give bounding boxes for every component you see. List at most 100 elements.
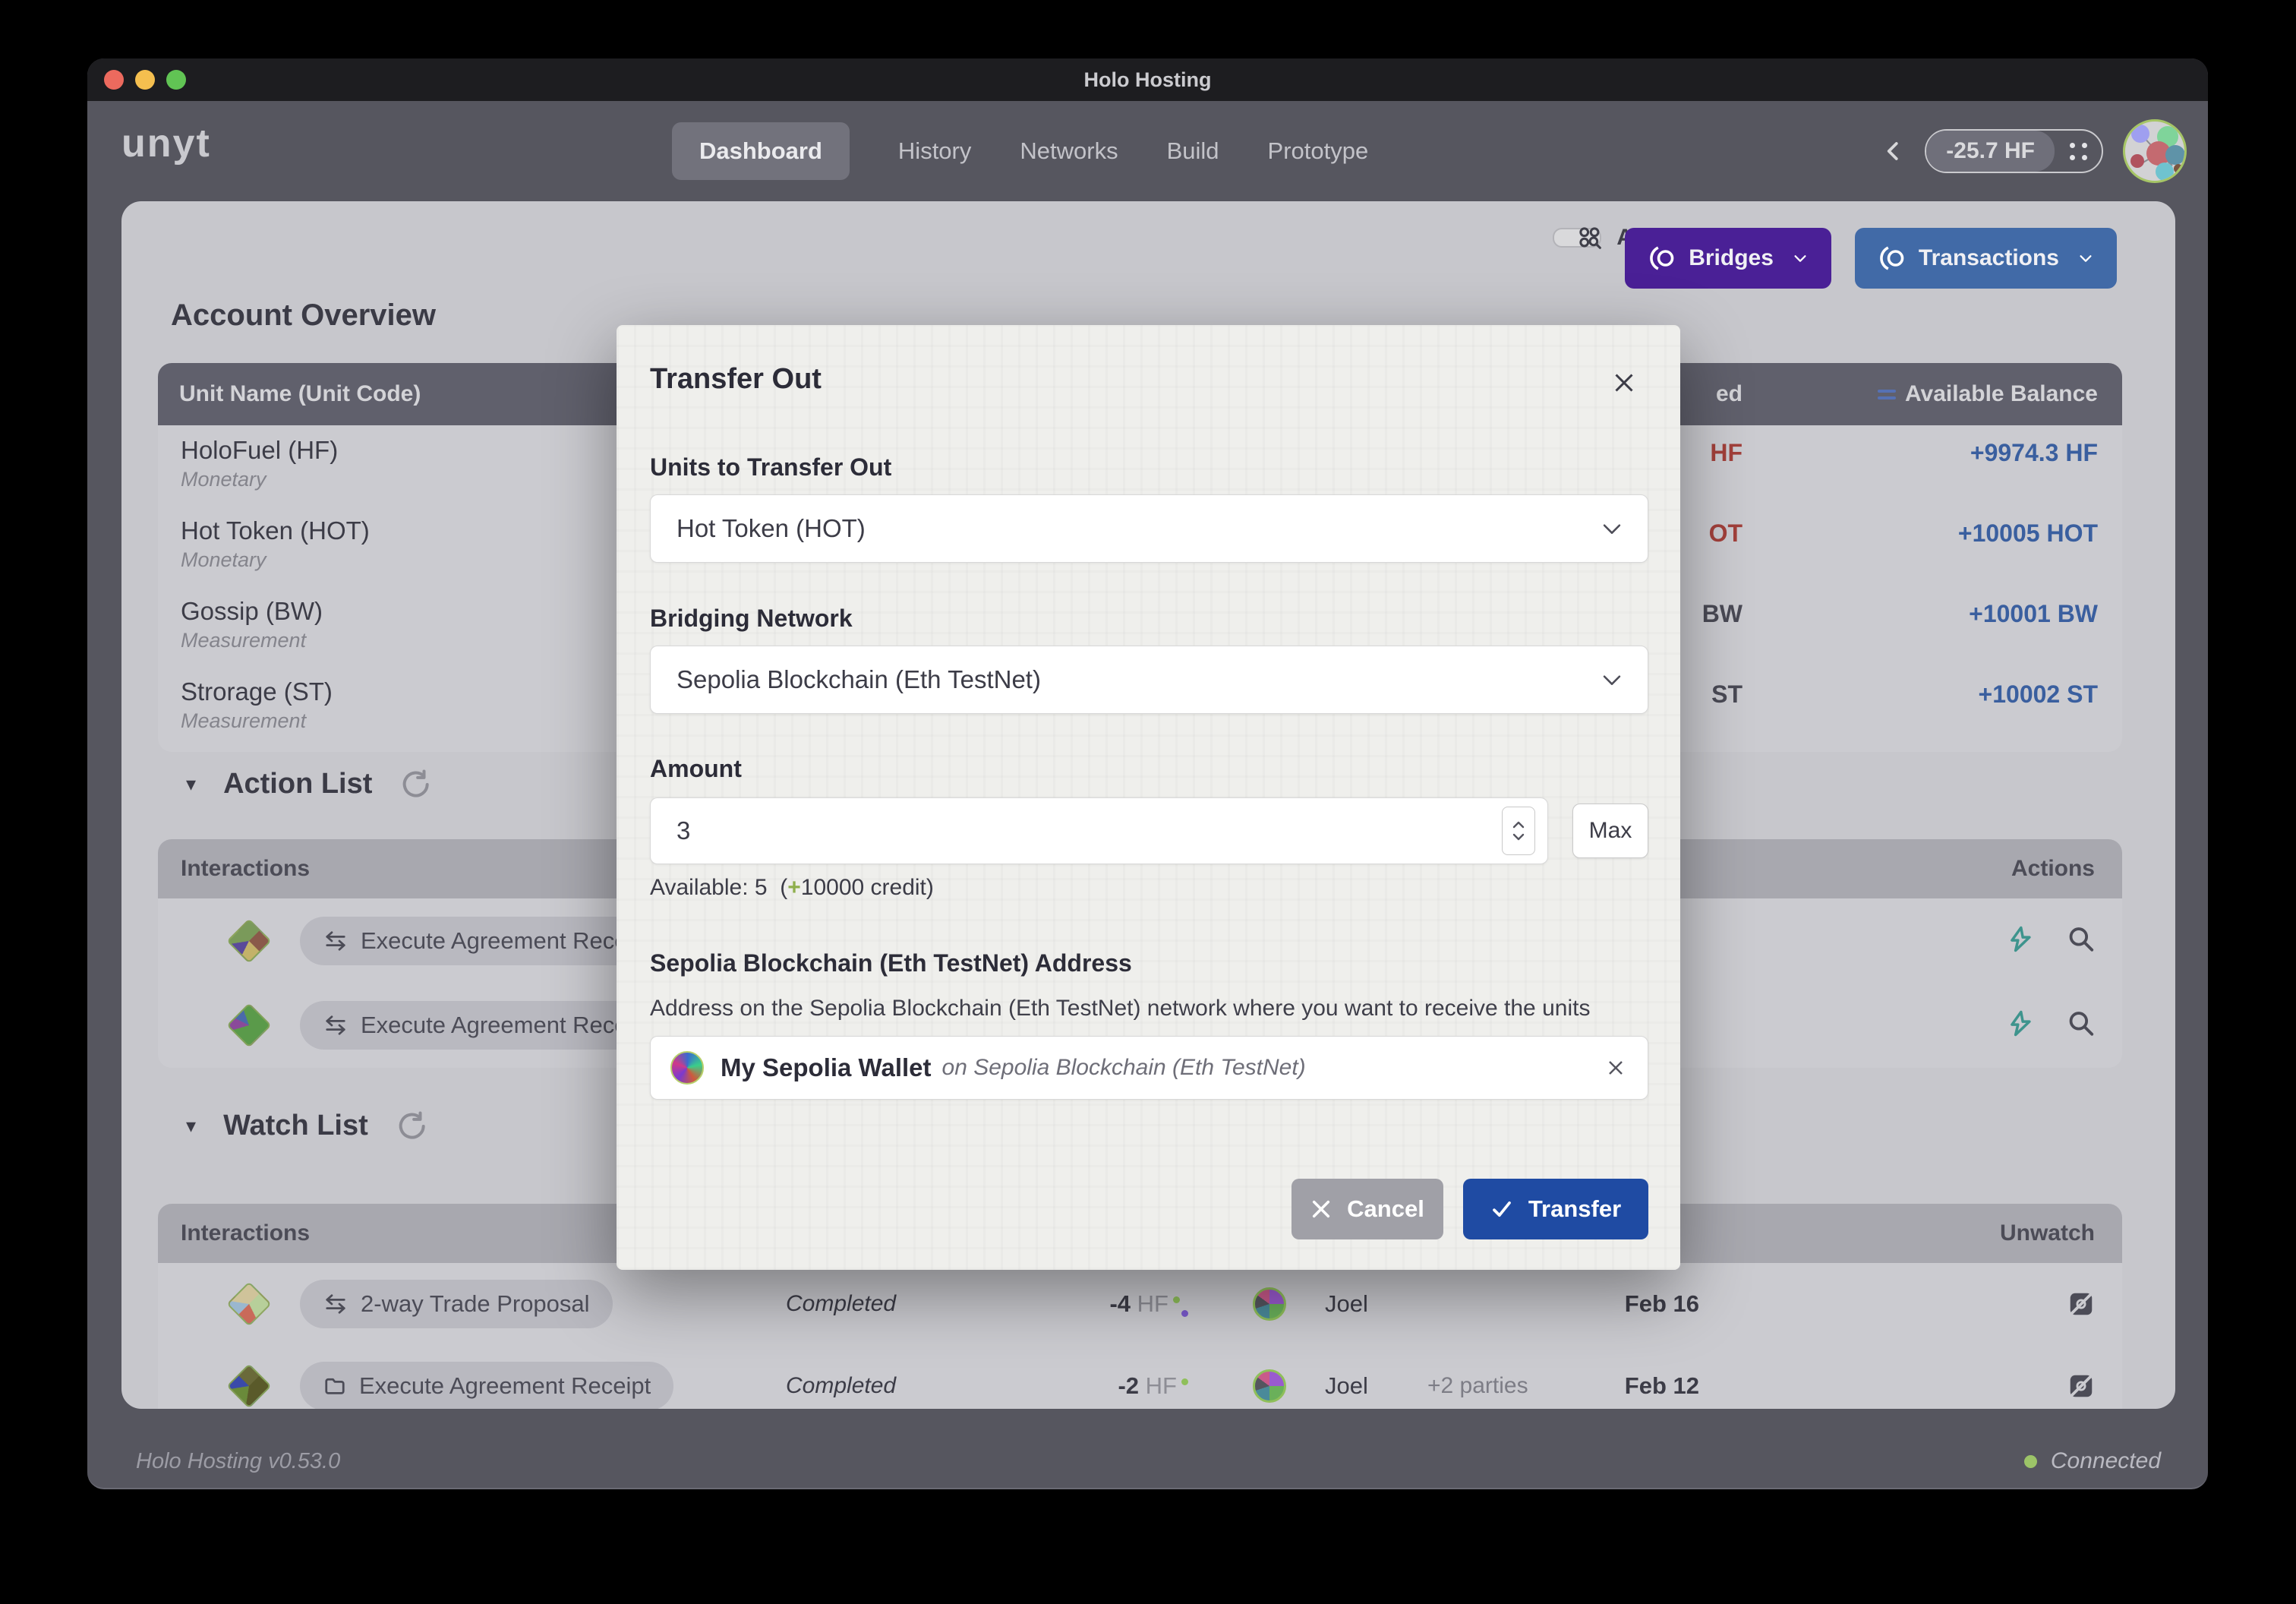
transfer-button[interactable]: Transfer bbox=[1463, 1179, 1648, 1239]
balance-menu-dots-icon[interactable] bbox=[2055, 131, 2102, 172]
app-version: Holo Hosting v0.53.0 bbox=[136, 1449, 340, 1474]
used-value: HF bbox=[1710, 439, 1742, 467]
col-interactions: Interactions bbox=[181, 856, 310, 882]
available-balance: +10001 BW bbox=[1969, 600, 2098, 628]
close-icon[interactable] bbox=[1610, 369, 1638, 396]
interaction-avatar bbox=[226, 1003, 271, 1047]
zoom-window-button[interactable] bbox=[166, 70, 186, 90]
amount-value: -2 HF bbox=[1016, 1372, 1188, 1400]
minimize-window-button[interactable] bbox=[135, 70, 155, 90]
cancel-button[interactable]: Cancel bbox=[1292, 1179, 1443, 1239]
tab-build[interactable]: Build bbox=[1167, 137, 1219, 165]
folder-icon bbox=[323, 1375, 347, 1397]
units-select-value: Hot Token (HOT) bbox=[676, 514, 866, 543]
action-list-title: Action List bbox=[223, 768, 372, 800]
table-row: Execute Agreement Receipt Completed -2 H… bbox=[158, 1345, 2122, 1409]
amount-label: Amount bbox=[650, 755, 1648, 784]
unwatch-eye-off-icon[interactable] bbox=[2067, 1372, 2096, 1400]
unwatch-eye-off-icon[interactable] bbox=[2067, 1290, 2096, 1318]
table-row: 2-way Trade Proposal Completed -4 HF Joe… bbox=[158, 1263, 2122, 1345]
modal-title: Transfer Out bbox=[650, 363, 1648, 395]
chevron-left-icon[interactable] bbox=[1882, 140, 1905, 163]
party-avatar bbox=[1253, 1369, 1286, 1403]
transfer-out-modal: Transfer Out Units to Transfer Out Hot T… bbox=[617, 325, 1680, 1270]
agreements-button[interactable]: Agreements bbox=[1553, 228, 1601, 248]
max-button[interactable]: Max bbox=[1572, 804, 1648, 858]
equals-icon bbox=[1878, 390, 1896, 399]
cancel-label: Cancel bbox=[1347, 1195, 1424, 1223]
party-avatar bbox=[1253, 1287, 1286, 1321]
page-title: Account Overview bbox=[171, 298, 436, 333]
row-date: Feb 16 bbox=[1563, 1290, 1699, 1318]
traffic-lights bbox=[104, 58, 186, 101]
units-select[interactable]: Hot Token (HOT) bbox=[650, 494, 1648, 563]
unyt-logo[interactable]: unyt bbox=[121, 121, 211, 166]
execute-bolt-icon[interactable] bbox=[2006, 924, 2035, 957]
interaction-avatar bbox=[226, 1363, 271, 1408]
available-balance: +10002 ST bbox=[1979, 680, 2098, 709]
interaction-label: Execute Agreement Receipt bbox=[359, 1372, 651, 1400]
row-date: Feb 12 bbox=[1563, 1372, 1699, 1400]
clear-wallet-icon[interactable] bbox=[1604, 1056, 1628, 1080]
refresh-icon[interactable] bbox=[396, 1111, 426, 1141]
check-icon bbox=[1490, 1198, 1513, 1220]
status-text: Completed bbox=[786, 1291, 896, 1317]
network-label: Bridging Network bbox=[650, 605, 1648, 633]
col-interactions: Interactions bbox=[181, 1220, 310, 1246]
nav-tabs: Dashboard History Networks Build Prototy… bbox=[672, 122, 1368, 181]
col-used-fragment: ed bbox=[1716, 381, 1742, 407]
tab-networks[interactable]: Networks bbox=[1020, 137, 1118, 165]
inspect-magnifier-icon[interactable] bbox=[2067, 1009, 2096, 1041]
collapse-caret-icon[interactable]: ▾ bbox=[186, 772, 196, 796]
credit-plus: + bbox=[787, 875, 801, 900]
interaction-chip[interactable]: 2-way Trade Proposal bbox=[300, 1280, 613, 1328]
used-value: ST bbox=[1711, 680, 1742, 709]
user-avatar[interactable] bbox=[2123, 119, 2187, 183]
refresh-icon[interactable] bbox=[399, 769, 430, 800]
collapse-caret-icon[interactable]: ▾ bbox=[186, 1114, 196, 1138]
network-select-value: Sepolia Blockchain (Eth TestNet) bbox=[676, 665, 1041, 694]
close-window-button[interactable] bbox=[104, 70, 124, 90]
swap-arrows-icon bbox=[323, 1293, 348, 1315]
watch-list-title: Watch List bbox=[223, 1110, 368, 1142]
agreements-icon bbox=[1577, 225, 1603, 251]
transactions-icon bbox=[1878, 245, 1905, 272]
available-balance: +9974.3 HF bbox=[1970, 439, 2098, 467]
available-text: Available: 5 (+10000 credit) bbox=[650, 875, 1648, 902]
party-name: Joel bbox=[1325, 1290, 1368, 1318]
tab-dashboard[interactable]: Dashboard bbox=[672, 122, 850, 180]
chevron-down-icon bbox=[2077, 250, 2094, 267]
chevron-down-icon bbox=[1792, 250, 1809, 267]
wallet-avatar bbox=[670, 1051, 704, 1085]
bridge-icon bbox=[1648, 245, 1675, 272]
window-title: Holo Hosting bbox=[87, 68, 2208, 92]
transactions-label: Transactions bbox=[1919, 245, 2059, 271]
amount-input[interactable] bbox=[651, 816, 1368, 846]
col-actions: Actions bbox=[2011, 856, 2095, 882]
interaction-avatar bbox=[226, 1281, 271, 1326]
balance-pill[interactable]: -25.7 HF bbox=[1925, 129, 2103, 173]
available-balance: +10005 HOT bbox=[1958, 519, 2098, 548]
interaction-label: 2-way Trade Proposal bbox=[361, 1290, 590, 1318]
toolbar: Agreements Bridges bbox=[1553, 228, 2117, 289]
tab-prototype[interactable]: Prototype bbox=[1268, 137, 1369, 165]
execute-bolt-icon[interactable] bbox=[2006, 1009, 2035, 1041]
connection-status-label: Connected bbox=[2051, 1448, 2161, 1474]
network-select[interactable]: Sepolia Blockchain (Eth TestNet) bbox=[650, 646, 1648, 714]
chevron-down-icon bbox=[1599, 516, 1625, 542]
chevron-down-icon bbox=[1599, 667, 1625, 693]
navbar: unyt Dashboard History Networks Build Pr… bbox=[87, 101, 2208, 201]
status-text: Completed bbox=[786, 1373, 896, 1399]
interaction-label: Execute Agreement Receipt bbox=[361, 1012, 652, 1039]
bridges-button[interactable]: Bridges bbox=[1625, 228, 1831, 289]
interaction-chip[interactable]: Execute Agreement Receipt bbox=[300, 1362, 673, 1409]
transactions-button[interactable]: Transactions bbox=[1855, 228, 2117, 289]
wallet-field[interactable]: My Sepolia Wallet on Sepolia Blockchain … bbox=[650, 1036, 1648, 1100]
interaction-avatar bbox=[226, 918, 271, 963]
inspect-magnifier-icon[interactable] bbox=[2067, 924, 2096, 957]
amount-stepper[interactable] bbox=[1502, 807, 1535, 855]
watch-list-section-header: ▾ Watch List bbox=[186, 1110, 426, 1142]
tab-history[interactable]: History bbox=[898, 137, 971, 165]
address-label: Sepolia Blockchain (Eth TestNet) Address bbox=[650, 949, 1648, 978]
amount-value: -4 HF bbox=[1016, 1290, 1188, 1318]
